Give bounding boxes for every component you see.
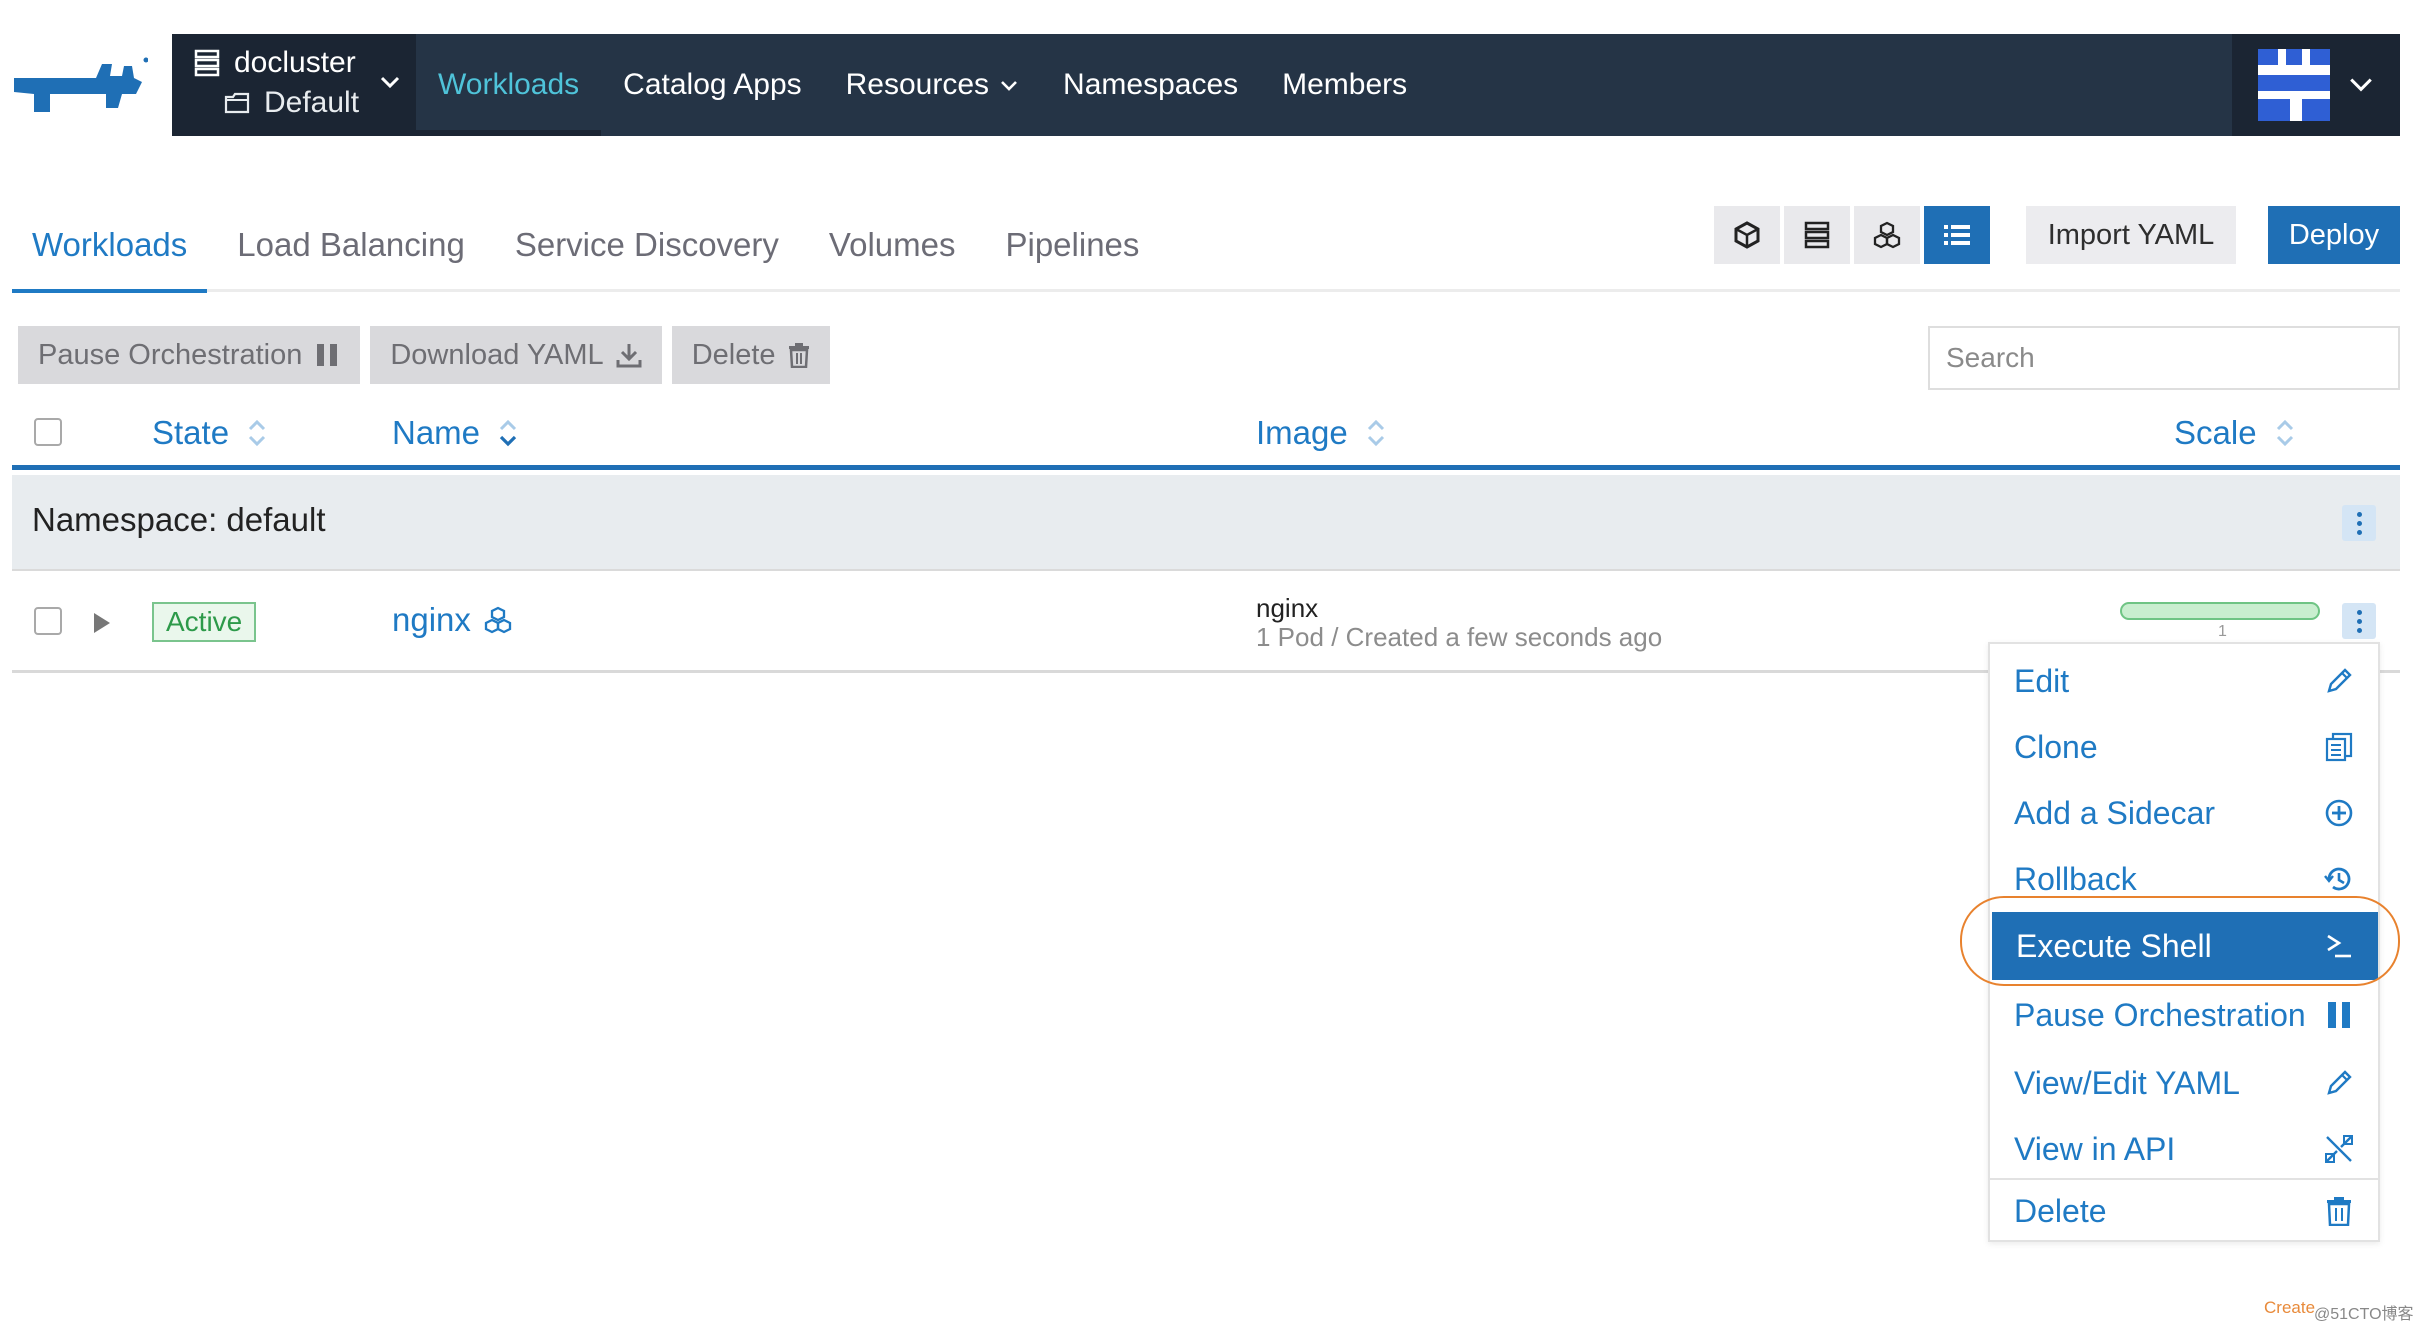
list-icon — [1944, 225, 1970, 245]
avatar — [2258, 49, 2330, 121]
cluster-switcher[interactable]: docluster Default — [172, 34, 416, 136]
download-icon — [616, 344, 642, 368]
cluster-name: docluster — [234, 46, 356, 79]
sort-icon — [1367, 419, 1384, 447]
nav-members[interactable]: Members — [1260, 34, 1429, 136]
tab-load-balancing[interactable]: Load Balancing — [217, 200, 485, 290]
workload-name-link[interactable]: nginx — [392, 601, 513, 639]
trash-icon — [2327, 1197, 2351, 1226]
meta-separator: / — [1331, 622, 1339, 652]
menu-item-edit[interactable]: Edit — [1990, 648, 2378, 714]
nav-namespaces[interactable]: Namespaces — [1041, 34, 1260, 136]
table-header: State Name Image Scale — [12, 400, 2400, 470]
status-badge: Active — [152, 602, 257, 642]
sort-icon — [249, 419, 266, 447]
row-checkbox[interactable] — [34, 607, 62, 635]
rancher-logo-icon[interactable] — [10, 52, 148, 118]
api-icon — [2325, 1135, 2353, 1163]
nav-catalog-apps[interactable]: Catalog Apps — [601, 34, 823, 136]
column-name[interactable]: Name — [392, 414, 518, 452]
tab-pipelines[interactable]: Pipelines — [985, 200, 1159, 290]
view-by-node-button[interactable] — [1784, 206, 1850, 264]
watermark-left: Create — [2264, 1298, 2316, 1317]
menu-item-pause-orchestration[interactable]: Pause Orchestration — [1990, 982, 2378, 1048]
image-name: nginx — [1256, 593, 1319, 623]
row-actions-menu: Edit Clone Add a Sidecar Rollback Execut… — [1988, 642, 2380, 1242]
tab-service-discovery[interactable]: Service Discovery — [495, 200, 799, 290]
menu-item-execute-shell[interactable]: Execute Shell — [1992, 912, 2378, 980]
server-icon — [194, 49, 220, 77]
column-scale[interactable]: Scale — [2174, 414, 2295, 452]
cubes-icon — [1873, 221, 1901, 249]
cubes-icon — [484, 606, 512, 634]
scale-count: 1 — [2218, 623, 2227, 640]
deploy-button[interactable]: Deploy — [2268, 206, 2400, 264]
search-input[interactable] — [1928, 326, 2400, 390]
view-mode-group — [1714, 206, 1990, 264]
view-by-pod-button[interactable] — [1714, 206, 1780, 264]
menu-item-clone[interactable]: Clone — [1990, 714, 2378, 780]
sort-icon — [2276, 419, 2293, 447]
pod-count: 1 Pod — [1256, 622, 1324, 652]
plus-circle-icon — [2325, 799, 2353, 827]
chevron-down-icon — [2350, 78, 2372, 92]
view-by-workload-button[interactable] — [1854, 206, 1920, 264]
menu-item-delete[interactable]: Delete — [1990, 1180, 2378, 1242]
server-icon — [1804, 221, 1830, 249]
select-all-checkbox[interactable] — [34, 418, 62, 446]
pause-icon — [317, 344, 338, 366]
nav-resources[interactable]: Resources — [824, 34, 1041, 136]
chevron-down-icon — [380, 76, 400, 89]
history-icon — [2324, 867, 2351, 891]
view-list-button[interactable] — [1924, 206, 1990, 264]
clipboard-icon — [2325, 732, 2353, 762]
menu-item-view-in-api[interactable]: View in API — [1990, 1116, 2378, 1182]
namespace-group-row: Namespace: default — [12, 475, 2400, 571]
import-yaml-button[interactable]: Import YAML — [2026, 206, 2236, 264]
cube-icon — [1734, 221, 1760, 249]
namespace-actions-button[interactable] — [2342, 505, 2376, 541]
folder-icon — [224, 92, 250, 114]
menu-item-add-sidecar[interactable]: Add a Sidecar — [1990, 780, 2378, 846]
namespace-label: Namespace: default — [32, 501, 326, 538]
column-state[interactable]: State — [152, 414, 267, 452]
tab-volumes[interactable]: Volumes — [809, 200, 976, 290]
sort-icon — [499, 419, 517, 447]
terminal-icon — [2327, 934, 2351, 958]
expand-caret-icon[interactable] — [92, 611, 112, 635]
workload-meta: 1 Pod / Created a few seconds ago — [1256, 622, 1662, 653]
column-image[interactable]: Image — [1256, 414, 1386, 452]
pencil-icon — [2327, 668, 2352, 693]
scale-progress-bar — [2120, 602, 2320, 620]
bulk-actions: Pause Orchestration Download YAML Delete — [18, 326, 830, 384]
watermark-right: @51CTO博客 — [2314, 1306, 2414, 1323]
trash-icon — [788, 343, 809, 368]
tab-workloads[interactable]: Workloads — [12, 200, 208, 293]
user-menu[interactable] — [2232, 34, 2400, 136]
delete-button[interactable]: Delete — [671, 326, 830, 384]
created-time: Created a few seconds ago — [1345, 622, 1663, 652]
row-actions-button[interactable] — [2342, 603, 2376, 639]
pause-orchestration-button[interactable]: Pause Orchestration — [18, 326, 361, 384]
menu-item-rollback[interactable]: Rollback — [1990, 846, 2378, 912]
nav-workloads[interactable]: Workloads — [416, 34, 602, 136]
top-navbar: docluster Default Workloads Catalog Apps… — [172, 34, 2400, 136]
project-name: Default — [264, 86, 360, 119]
pencil-icon — [2327, 1070, 2352, 1095]
download-yaml-button[interactable]: Download YAML — [370, 326, 662, 384]
menu-item-view-edit-yaml[interactable]: View/Edit YAML — [1990, 1050, 2378, 1116]
pause-icon — [2328, 1002, 2350, 1028]
chevron-down-icon — [1001, 81, 1017, 91]
